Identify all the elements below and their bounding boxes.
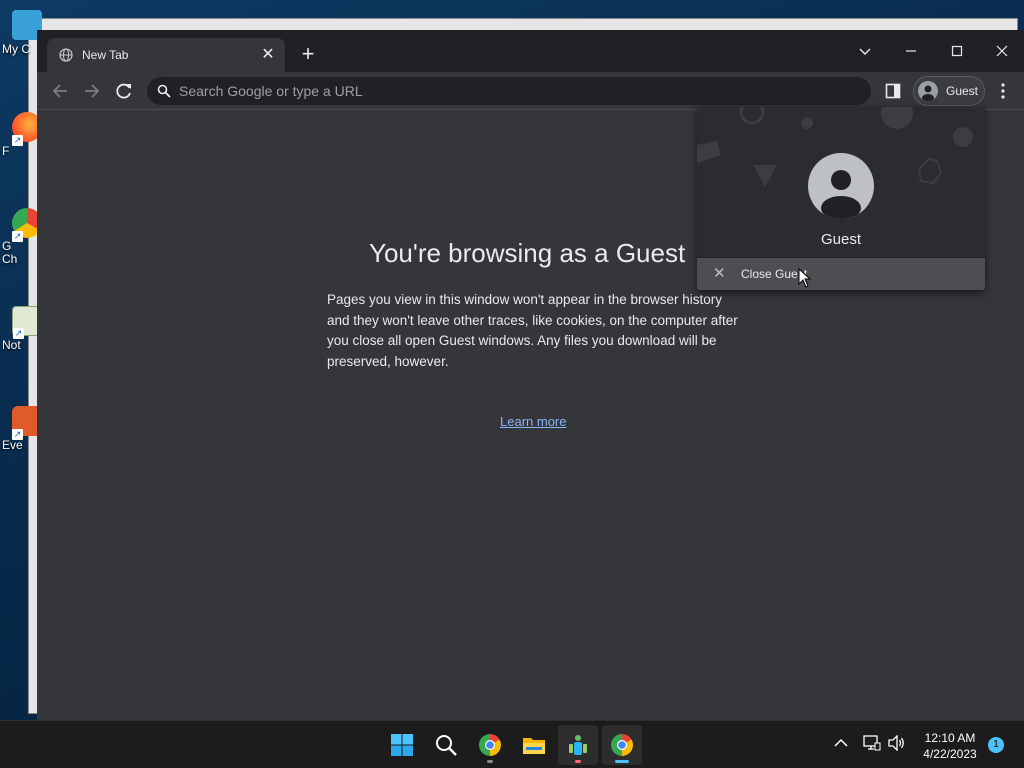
notification-badge[interactable]: 1 xyxy=(988,737,1004,753)
desktop-icon-label: F xyxy=(2,144,10,158)
desktop-icon-google-chrome[interactable]: ↗ G Ch xyxy=(0,208,42,266)
windows-start-icon xyxy=(391,734,413,756)
minimize-icon xyxy=(906,50,916,52)
running-indicator xyxy=(575,760,581,763)
minimize-button[interactable] xyxy=(888,36,934,66)
desktop-icon-label: My C xyxy=(2,42,30,56)
profile-name: Guest xyxy=(820,231,862,248)
close-icon xyxy=(996,45,1008,57)
chrome-icon xyxy=(479,734,501,756)
clock-date: 4/22/2023 xyxy=(923,747,977,761)
taskbar-chrome-button[interactable] xyxy=(470,725,510,765)
file-explorer-icon xyxy=(523,738,545,754)
maximize-button[interactable] xyxy=(934,36,980,66)
forward-icon[interactable] xyxy=(81,80,103,102)
avatar-icon xyxy=(918,81,938,101)
tab-search-button[interactable] xyxy=(842,36,888,66)
tab-title: New Tab xyxy=(82,48,129,62)
new-tab-button[interactable]: + xyxy=(297,43,319,66)
desktop-icon-notepad[interactable]: ↗ Not xyxy=(0,306,42,352)
clock-time: 12:10 AM xyxy=(924,731,976,745)
desktop-icon-firefox[interactable]: ↗ F xyxy=(0,112,42,158)
omnibox-input[interactable] xyxy=(179,77,859,105)
desktop-icon-label: G Ch xyxy=(2,239,18,266)
shortcut-arrow-icon: ↗ xyxy=(12,429,23,440)
maximize-icon xyxy=(951,45,963,57)
title-bar[interactable]: New Tab ✕ + xyxy=(37,30,1024,72)
toolbar: Guest xyxy=(37,72,1024,110)
more-menu-icon[interactable] xyxy=(999,82,1007,100)
learn-more-link[interactable]: Learn more xyxy=(500,414,566,429)
close-window-button[interactable] xyxy=(979,36,1024,66)
shortcut-arrow-icon: ↗ xyxy=(13,328,24,339)
running-indicator xyxy=(487,760,493,763)
search-icon xyxy=(157,84,171,98)
profile-label: Guest xyxy=(946,84,979,98)
profile-menu-header: Guest xyxy=(697,107,985,257)
desktop-icon-my-computer[interactable]: My C xyxy=(0,10,42,56)
taskbar-app-button[interactable] xyxy=(558,725,598,765)
guest-description: Pages you view in this window won't appe… xyxy=(327,292,738,369)
avatar-icon xyxy=(808,153,874,219)
mouse-cursor-icon xyxy=(798,268,812,288)
network-icon[interactable] xyxy=(863,735,881,751)
omnibox[interactable] xyxy=(147,77,871,105)
tab-new-tab[interactable]: New Tab ✕ xyxy=(47,38,285,72)
volume-icon[interactable] xyxy=(888,735,906,751)
taskbar-chrome-active-button[interactable] xyxy=(602,725,642,765)
chevron-down-icon xyxy=(859,48,871,55)
taskbar: 12:10 AM 4/22/2023 1 xyxy=(0,720,1024,768)
desktop-icon-label: Not xyxy=(2,338,21,352)
shortcut-arrow-icon: ↗ xyxy=(12,231,23,242)
reload-icon[interactable] xyxy=(113,80,135,102)
back-icon[interactable] xyxy=(49,80,71,102)
app-icon xyxy=(569,735,587,755)
show-hidden-icons-chevron-up-icon[interactable] xyxy=(834,738,848,748)
taskbar-search-button[interactable] xyxy=(426,725,466,765)
active-indicator xyxy=(615,760,629,763)
desktop-icon-eve[interactable]: ↗ Eve xyxy=(0,406,42,452)
search-icon xyxy=(436,735,457,756)
system-clock[interactable]: 12:10 AM 4/22/2023 xyxy=(912,730,988,762)
start-button[interactable] xyxy=(382,725,422,765)
globe-icon xyxy=(59,48,73,62)
side-panel-icon[interactable] xyxy=(885,83,901,99)
page-title: You're browsing as a Guest xyxy=(369,238,686,268)
chrome-icon xyxy=(611,734,633,756)
shortcut-arrow-icon: ↗ xyxy=(12,135,23,146)
close-tab-icon[interactable]: ✕ xyxy=(259,46,277,64)
taskbar-file-explorer-button[interactable] xyxy=(514,725,554,765)
profile-button[interactable]: Guest xyxy=(913,76,985,106)
close-guest-button[interactable]: ✕ Close Guest xyxy=(697,258,985,290)
desktop-icon-label: Eve xyxy=(2,438,23,452)
close-icon: ✕ xyxy=(713,265,726,282)
profile-menu: Guest ✕ Close Guest xyxy=(697,107,985,291)
